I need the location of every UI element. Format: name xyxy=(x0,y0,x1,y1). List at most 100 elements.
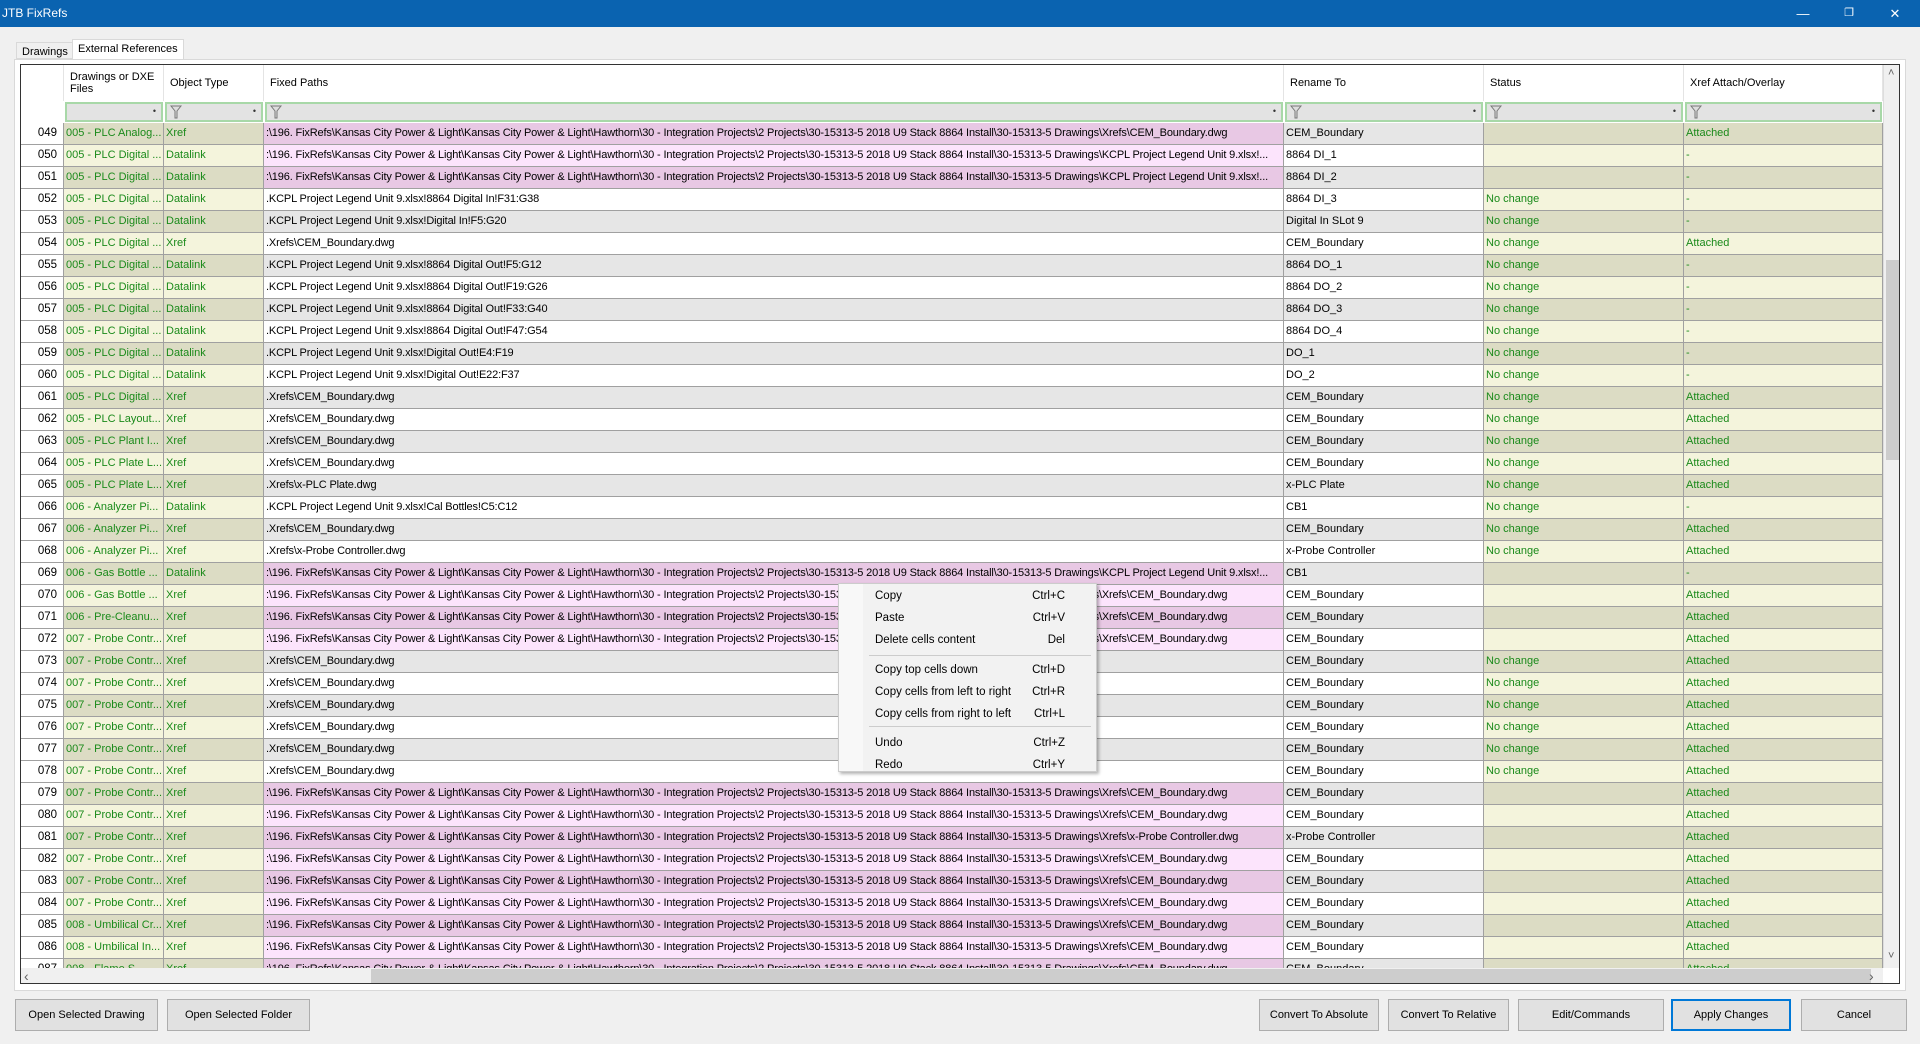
row-number-cell[interactable]: 063 xyxy=(21,431,64,453)
object-type-cell[interactable]: Xref xyxy=(164,937,264,959)
fixed-path-cell[interactable]: :\196. FixRefs\Kansas City Power & Light… xyxy=(264,167,1284,189)
close-button[interactable]: ✕ xyxy=(1872,0,1918,27)
drawing-file-cell[interactable]: 005 - PLC Plant I... xyxy=(64,431,164,453)
xref-attach-cell[interactable]: - xyxy=(1684,277,1883,299)
row-number-cell[interactable]: 058 xyxy=(21,321,64,343)
object-type-cell[interactable]: Xref xyxy=(164,607,264,629)
table-row[interactable]: 086 008 - Umbilical In... Xref:\196. FixRe… xyxy=(21,937,1883,959)
table-row[interactable]: 051 005 - PLC Digital ... Datalink:\196. F… xyxy=(21,167,1883,189)
xref-attach-cell[interactable]: - xyxy=(1684,211,1883,233)
object-type-cell[interactable]: Xref xyxy=(164,475,264,497)
fixed-path-cell[interactable]: :\196. FixRefs\Kansas City Power & Light… xyxy=(264,893,1284,915)
filter-dropdown-icon[interactable]: • xyxy=(1473,106,1476,116)
rename-to-cell[interactable]: CB1 xyxy=(1284,563,1484,585)
xref-attach-cell[interactable]: Attached xyxy=(1684,409,1883,431)
drawing-file-cell[interactable]: 005 - PLC Digital ... xyxy=(64,255,164,277)
status-cell[interactable] xyxy=(1484,563,1684,585)
xref-attach-cell[interactable]: Attached xyxy=(1684,233,1883,255)
rename-to-cell[interactable]: CEM_Boundary xyxy=(1284,233,1484,255)
object-type-cell[interactable]: Datalink xyxy=(164,299,264,321)
table-row[interactable]: 064 005 - PLC Plate L... Xref .Xrefs\CEM_Bo… xyxy=(21,453,1883,475)
status-cell[interactable]: No change xyxy=(1484,475,1684,497)
drawing-file-cell[interactable]: 007 - Probe Contr... xyxy=(64,717,164,739)
row-number-cell[interactable]: 052 xyxy=(21,189,64,211)
object-type-cell[interactable]: Xref xyxy=(164,827,264,849)
fixed-path-cell[interactable]: .KCPL Project Legend Unit 9.xlsx!8864 Di… xyxy=(264,299,1284,321)
rename-to-cell[interactable]: 8864 DI_3 xyxy=(1284,189,1484,211)
convert-to-absolute-button[interactable]: Convert To Absolute xyxy=(1259,999,1379,1031)
table-row[interactable]: 054 005 - PLC Digital ... Xref .Xrefs\CEM_B… xyxy=(21,233,1883,255)
row-number-cell[interactable]: 049 xyxy=(21,123,64,145)
status-cell[interactable]: No change xyxy=(1484,695,1684,717)
fixed-path-cell[interactable]: .Xrefs\CEM_Boundary.dwg xyxy=(264,739,1284,761)
object-type-cell[interactable]: Xref xyxy=(164,871,264,893)
fixed-path-cell[interactable]: :\196. FixRefs\Kansas City Power & Light… xyxy=(264,871,1284,893)
scroll-up-icon[interactable]: ˄ xyxy=(1888,67,1894,79)
xref-attach-cell[interactable]: Attached xyxy=(1684,805,1883,827)
menu-item-copy[interactable]: Copy Ctrl+C xyxy=(841,585,1095,607)
fixed-path-cell[interactable]: :\196. FixRefs\Kansas City Power & Light… xyxy=(264,915,1284,937)
fixed-path-cell[interactable]: .KCPL Project Legend Unit 9.xlsx!8864 Di… xyxy=(264,189,1284,211)
rename-to-cell[interactable]: 8864 DO_1 xyxy=(1284,255,1484,277)
status-cell[interactable]: No change xyxy=(1484,651,1684,673)
row-number-cell[interactable]: 071 xyxy=(21,607,64,629)
xref-attach-cell[interactable]: Attached xyxy=(1684,871,1883,893)
status-cell[interactable] xyxy=(1484,893,1684,915)
object-type-cell[interactable]: Xref xyxy=(164,629,264,651)
scroll-down-icon[interactable]: ˅ xyxy=(1888,950,1894,962)
table-row[interactable]: 056 005 - PLC Digital ... Datalink .KCPL Pr… xyxy=(21,277,1883,299)
fixed-path-cell[interactable]: .KCPL Project Legend Unit 9.xlsx!8864 Di… xyxy=(264,255,1284,277)
row-number-cell[interactable]: 068 xyxy=(21,541,64,563)
status-cell[interactable] xyxy=(1484,915,1684,937)
cancel-button[interactable]: Cancel xyxy=(1801,999,1907,1031)
table-row[interactable]: 063 005 - PLC Plant I... Xref .Xrefs\CEM_Bo… xyxy=(21,431,1883,453)
object-type-cell[interactable]: Xref xyxy=(164,123,264,145)
row-number-cell[interactable]: 055 xyxy=(21,255,64,277)
tab-drawings[interactable]: Drawings xyxy=(16,42,74,59)
fixed-path-cell[interactable]: .Xrefs\CEM_Boundary.dwg xyxy=(264,431,1284,453)
fixed-path-cell[interactable]: .Xrefs\CEM_Boundary.dwg xyxy=(264,651,1284,673)
table-row[interactable]: 060 005 - PLC Digital ... Datalink .KCPL Pr… xyxy=(21,365,1883,387)
fixed-path-cell[interactable]: .Xrefs\CEM_Boundary.dwg xyxy=(264,761,1284,783)
row-number-cell[interactable]: 077 xyxy=(21,739,64,761)
status-cell[interactable]: No change xyxy=(1484,519,1684,541)
status-cell[interactable] xyxy=(1484,849,1684,871)
xref-attach-cell[interactable]: Attached xyxy=(1684,607,1883,629)
drawing-file-cell[interactable]: 006 - Pre-Cleanu... xyxy=(64,607,164,629)
menu-item-copy-top-cells-down[interactable]: Copy top cells down Ctrl+D xyxy=(841,659,1095,681)
object-type-cell[interactable]: Xref xyxy=(164,409,264,431)
object-type-cell[interactable]: Xref xyxy=(164,805,264,827)
filter-dropdown-icon[interactable]: • xyxy=(1673,106,1676,116)
row-number-cell[interactable]: 079 xyxy=(21,783,64,805)
filter-dropdown-icon[interactable]: • xyxy=(153,106,156,116)
object-type-cell[interactable]: Xref xyxy=(164,673,264,695)
column-header-drawing-file[interactable]: Drawings or DXE Files xyxy=(64,65,164,101)
rename-to-cell[interactable]: CEM_Boundary xyxy=(1284,739,1484,761)
row-number-cell[interactable]: 082 xyxy=(21,849,64,871)
fixed-path-cell[interactable]: .Xrefs\CEM_Boundary.dwg xyxy=(264,387,1284,409)
drawing-file-cell[interactable]: 005 - PLC Digital ... xyxy=(64,387,164,409)
rename-to-cell[interactable]: CEM_Boundary xyxy=(1284,871,1484,893)
table-row[interactable]: 081 007 - Probe Contr... Xref:\196. FixRef… xyxy=(21,827,1883,849)
table-row[interactable]: 059 005 - PLC Digital ... Datalink .KCPL Pr… xyxy=(21,343,1883,365)
drawing-file-cell[interactable]: 007 - Probe Contr... xyxy=(64,629,164,651)
rename-to-cell[interactable]: DO_1 xyxy=(1284,343,1484,365)
rename-to-cell[interactable]: CEM_Boundary xyxy=(1284,387,1484,409)
filter-dropdown-icon[interactable]: • xyxy=(1273,106,1276,116)
drawing-file-cell[interactable]: 007 - Probe Contr... xyxy=(64,761,164,783)
drawing-file-cell[interactable]: 007 - Probe Contr... xyxy=(64,739,164,761)
object-type-cell[interactable]: Xref xyxy=(164,893,264,915)
xref-attach-cell[interactable]: - xyxy=(1684,497,1883,519)
status-cell[interactable] xyxy=(1484,871,1684,893)
horizontal-scroll-thumb[interactable] xyxy=(371,969,1871,983)
table-row[interactable]: 053 005 - PLC Digital ... Datalink .KCPL Pr… xyxy=(21,211,1883,233)
status-cell[interactable]: No change xyxy=(1484,321,1684,343)
fixed-path-cell[interactable]: .KCPL Project Legend Unit 9.xlsx!8864 Di… xyxy=(264,321,1284,343)
menu-item-undo[interactable]: Undo Ctrl+Z xyxy=(841,732,1095,754)
column-header-fixed-path[interactable]: Fixed Paths xyxy=(264,65,1284,101)
object-type-cell[interactable]: Xref xyxy=(164,387,264,409)
table-row[interactable]: 050 005 - PLC Digital ... Datalink:\196. F… xyxy=(21,145,1883,167)
drawing-file-cell[interactable]: 005 - PLC Digital ... xyxy=(64,233,164,255)
row-number-cell[interactable]: 066 xyxy=(21,497,64,519)
object-type-cell[interactable]: Xref xyxy=(164,519,264,541)
